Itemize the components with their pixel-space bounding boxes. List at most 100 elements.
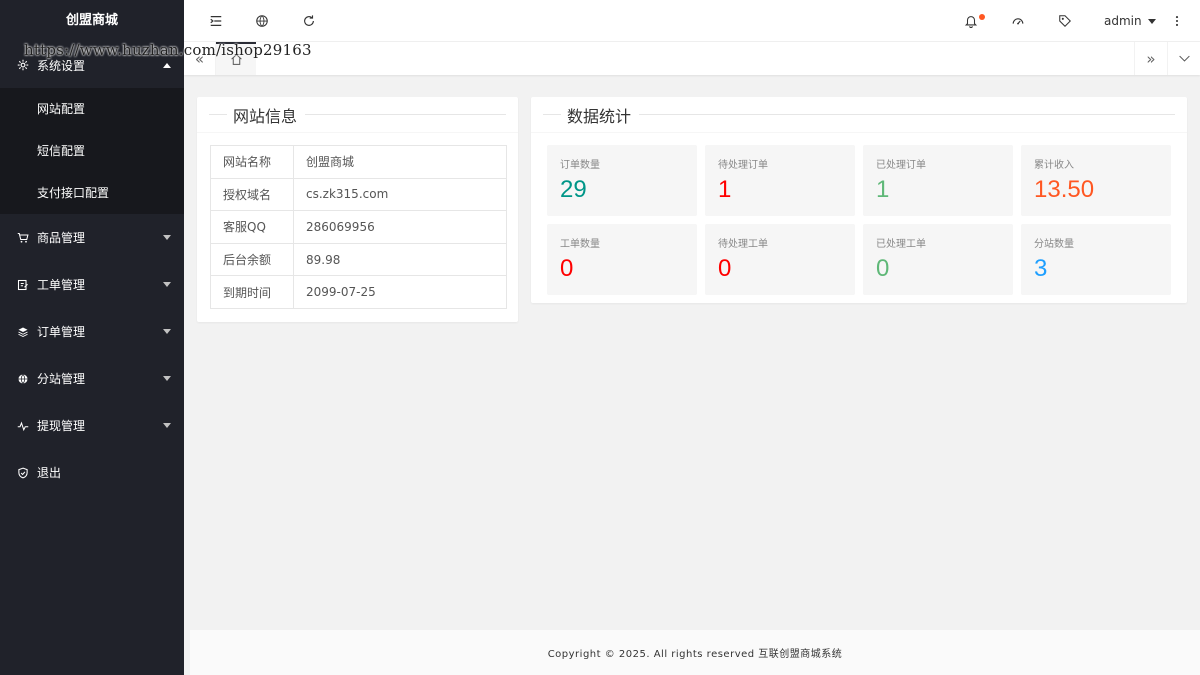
caret-down-icon: [1147, 18, 1156, 24]
title-divider: [209, 114, 227, 115]
table-row: 后台余额 89.98: [210, 242, 507, 277]
sidebar-submenu-system-settings: 网站配置 短信配置 支付接口配置: [0, 88, 184, 214]
stat-value: 0: [718, 255, 732, 282]
row-key: 客服QQ: [210, 210, 294, 244]
sidebar-item-payment-config[interactable]: 支付接口配置: [0, 172, 184, 214]
title-divider: [543, 114, 561, 115]
sidebar-item-logout[interactable]: 退出: [0, 449, 184, 496]
pulse-icon: [16, 419, 30, 433]
table-row: 客服QQ 286069956: [210, 210, 507, 244]
row-key: 到期时间: [210, 275, 294, 309]
top-header: admin: [184, 0, 1200, 42]
sidebar-group-substations[interactable]: 分站管理: [0, 355, 184, 402]
stat-value: 3: [1034, 255, 1048, 282]
tab-bar: « »: [184, 42, 1200, 75]
sidebar-group-label: 系统设置: [37, 58, 86, 73]
shield-icon: [16, 466, 30, 480]
stat-tile: 已处理订单 1: [863, 145, 1013, 216]
table-row: 网站名称 创盟商城: [210, 145, 507, 179]
stat-value: 1: [718, 176, 732, 203]
stat-value: 0: [876, 255, 890, 282]
layers-icon: [16, 325, 30, 339]
site-info-card: 网站信息 网站名称 创盟商城 授权域名 cs.zk315.com 客服QQ 28…: [197, 97, 518, 322]
gear-icon: [16, 58, 30, 72]
stat-label: 已处理工单: [876, 239, 926, 250]
caret-down-icon: [163, 282, 171, 287]
row-value: 89.98: [293, 242, 507, 277]
user-menu[interactable]: admin: [1104, 0, 1156, 42]
stat-tile: 待处理订单 1: [705, 145, 855, 216]
chevron-down-icon: [1178, 55, 1190, 62]
sidebar-group-label: 工单管理: [37, 278, 86, 292]
stat-label: 累计收入: [1034, 160, 1074, 171]
stat-value: 29: [560, 176, 587, 203]
indent-icon: [210, 16, 222, 26]
theme-button[interactable]: [1006, 0, 1030, 42]
stat-label: 工单数量: [560, 239, 600, 250]
row-value: 286069956: [293, 210, 507, 244]
sidebar-item-sms-config[interactable]: 短信配置: [0, 130, 184, 172]
refresh-icon: [304, 15, 314, 26]
table-row: 到期时间 2099-07-25: [210, 275, 507, 309]
sidebar-item-site-config[interactable]: 网站配置: [0, 88, 184, 130]
card-title: 数据统计: [567, 106, 632, 126]
app-logo[interactable]: 创盟商城: [0, 0, 184, 42]
notification-button[interactable]: [959, 0, 985, 42]
notification-dot: [979, 14, 985, 20]
caret-up-icon: [163, 62, 171, 68]
stat-tile: 分站数量 3: [1021, 224, 1171, 295]
stat-value: 13.50: [1034, 176, 1095, 203]
stat-label: 待处理工单: [718, 239, 768, 250]
sidebar: 创盟商城 系统设置 网站配置 短信配置 支付接口配置 商品管理 工单管理 订单管…: [0, 0, 184, 675]
stat-label: 待处理订单: [718, 160, 768, 171]
row-key: 网站名称: [210, 145, 294, 179]
card-header: 数据统计: [531, 97, 1187, 133]
sidebar-toggle-button[interactable]: [204, 0, 228, 42]
row-value: 创盟商城: [293, 145, 507, 179]
card-header: 网站信息: [197, 97, 518, 133]
cart-icon: [16, 231, 30, 245]
tab-actions-dropdown[interactable]: [1167, 42, 1200, 75]
globe-icon: [256, 15, 268, 27]
sidebar-group-tickets[interactable]: 工单管理: [0, 261, 184, 308]
row-key: 后台余额: [210, 242, 294, 277]
double-chevron-right-icon: »: [1146, 49, 1156, 68]
sidebar-item-label: 退出: [37, 466, 62, 480]
more-button[interactable]: [1167, 0, 1187, 42]
tab-scroll-right-button[interactable]: »: [1134, 42, 1167, 75]
title-divider: [305, 114, 506, 115]
caret-down-icon: [163, 329, 171, 334]
card-title: 网站信息: [233, 106, 298, 126]
sidebar-group-withdrawals[interactable]: 提现管理: [0, 402, 184, 449]
stat-tile: 待处理工单 0: [705, 224, 855, 295]
caret-down-icon: [163, 235, 171, 240]
ticket-icon: [16, 278, 30, 292]
caret-down-icon: [163, 376, 171, 381]
row-key: 授权域名: [210, 177, 294, 212]
table-row: 授权域名 cs.zk315.com: [210, 177, 507, 212]
sidebar-group-label: 订单管理: [37, 325, 86, 339]
bell-icon: [964, 16, 978, 28]
stat-label: 已处理订单: [876, 160, 926, 171]
stat-value: 0: [560, 255, 574, 282]
website-button[interactable]: [250, 0, 274, 42]
footer: Copyright © 2025. All rights reserved 互联…: [190, 630, 1200, 675]
row-value: cs.zk315.com: [293, 177, 507, 212]
row-value: 2099-07-25: [293, 275, 507, 309]
stat-label: 订单数量: [560, 160, 600, 171]
sidebar-group-orders[interactable]: 订单管理: [0, 308, 184, 355]
stat-tile: 订单数量 29: [547, 145, 697, 216]
sidebar-group-label: 分站管理: [37, 372, 86, 386]
tag-icon: [1059, 15, 1071, 27]
username: admin: [1104, 14, 1142, 28]
globe-icon: [16, 372, 30, 386]
refresh-button[interactable]: [297, 0, 321, 42]
stat-label: 分站数量: [1034, 239, 1074, 250]
sidebar-group-label: 商品管理: [37, 231, 86, 245]
dashboard-icon: [1012, 18, 1024, 25]
stat-tile: 累计收入 13.50: [1021, 145, 1171, 216]
tag-button[interactable]: [1053, 0, 1077, 42]
sidebar-group-products[interactable]: 商品管理: [0, 214, 184, 261]
site-info-table: 网站名称 创盟商城 授权域名 cs.zk315.com 客服QQ 2860699…: [210, 145, 507, 309]
watermark-text: https://www.huzhan.com/ishop29163: [24, 41, 312, 59]
